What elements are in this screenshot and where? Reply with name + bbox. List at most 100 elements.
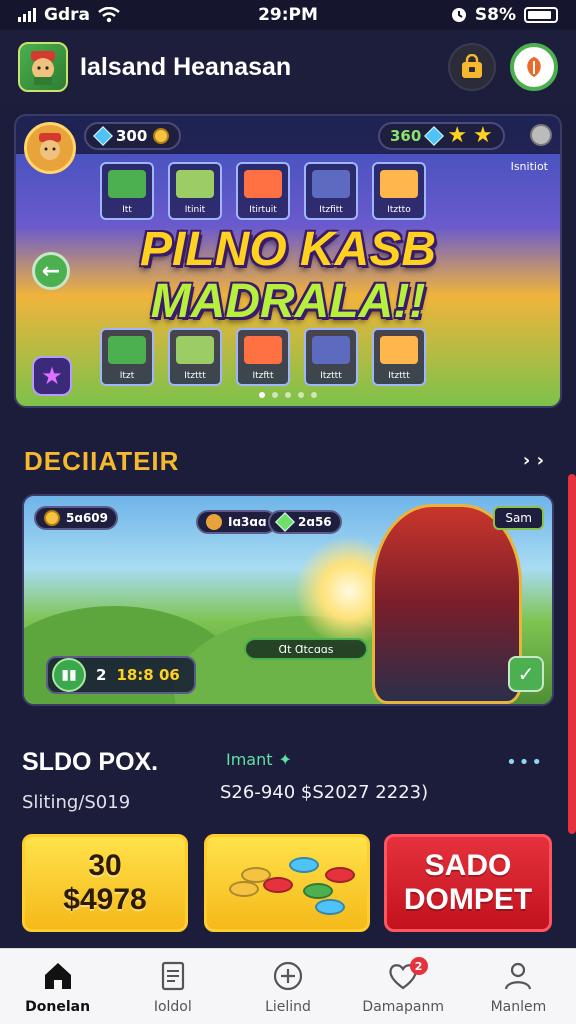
check-icon: ✓ xyxy=(517,662,535,686)
timer-number: 2 xyxy=(96,666,107,684)
points-value: 2ɑ56 xyxy=(298,515,332,529)
score-pill[interactable]: 5ɑ609 xyxy=(34,506,118,530)
card-art xyxy=(108,336,146,364)
coin-icon xyxy=(153,128,170,144)
card-label: Itztto xyxy=(387,205,411,215)
card-art xyxy=(244,336,282,364)
chip-icon xyxy=(229,881,259,897)
promo-line-2: MADRALA!! xyxy=(150,275,426,328)
warrior-hero-figure xyxy=(372,504,522,704)
hero-card[interactable]: Itztto xyxy=(372,162,426,220)
banner-prev-button[interactable]: ← xyxy=(32,252,70,290)
shop-bag-button[interactable] xyxy=(448,43,496,91)
card-label: Itirtuit xyxy=(249,205,277,215)
section-more-button[interactable]: › › xyxy=(523,450,544,471)
chip-icon xyxy=(315,899,345,915)
event-chip[interactable]: Sam xyxy=(493,506,544,530)
item-card[interactable]: Itzttt xyxy=(168,328,222,386)
points-pill[interactable]: 2ɑ56 xyxy=(268,510,342,534)
gem-amount: 360 xyxy=(390,127,422,145)
card-art xyxy=(312,336,350,364)
player-pill[interactable]: Iɑ3ɑɑ xyxy=(196,510,277,534)
item-card[interactable]: Itzt xyxy=(100,328,154,386)
alarm-icon xyxy=(451,8,466,22)
hero-card[interactable]: Itirtuit xyxy=(236,162,290,220)
tab-profile[interactable]: Manlem xyxy=(461,949,576,1024)
card-label: Itzttt xyxy=(184,371,206,381)
promo-banner[interactable]: 300 360 ★ ★ Isnitiot Itt Itinit Itirtuit It… xyxy=(14,114,562,408)
battery-icon xyxy=(524,7,558,23)
wifi-icon xyxy=(98,7,120,23)
event-timer[interactable]: ▮▮ 2 18:8 06 xyxy=(46,656,196,694)
card-label: Itzt xyxy=(119,371,135,381)
hero-card[interactable]: Itzfitt xyxy=(304,162,358,220)
tab-label: Damapanm xyxy=(362,998,444,1015)
leaf-logo-icon xyxy=(527,57,541,77)
import-label[interactable]: Imant ✦ xyxy=(226,750,292,769)
sparkle-icon: ✦ xyxy=(278,750,292,769)
card-art xyxy=(176,170,214,198)
item-card[interactable]: Itzttt xyxy=(304,328,358,386)
carousel-dots[interactable] xyxy=(16,392,560,398)
top-card-row: Itt Itinit Itirtuit Itzfitt Itztto xyxy=(100,162,540,220)
card-label: Itzttt xyxy=(388,371,410,381)
card-art xyxy=(108,170,146,198)
hero-portrait-icon[interactable] xyxy=(24,122,76,174)
carousel-dot[interactable] xyxy=(298,392,304,398)
tab-home[interactable]: Donelan xyxy=(0,949,115,1024)
chip-icon xyxy=(325,867,355,883)
bonus-tile[interactable]: 30 $4978 xyxy=(22,834,188,932)
hero-card[interactable]: Itt xyxy=(100,162,154,220)
hero-card[interactable]: Itinit xyxy=(168,162,222,220)
magic-star-button[interactable]: ★ xyxy=(32,356,72,396)
score-value: 5ɑ609 xyxy=(66,511,108,525)
card-label: Itzfitt xyxy=(319,205,343,215)
promo-line-1: PILNO KASB xyxy=(139,223,436,276)
bonus-tile-value: 30 xyxy=(88,849,122,882)
card-art xyxy=(380,336,418,364)
player-value: Iɑ3ɑɑ xyxy=(228,515,267,529)
document-icon xyxy=(161,961,184,990)
balance-more-button[interactable]: ••• xyxy=(506,752,544,773)
card-label: Itzftt xyxy=(252,371,274,381)
hero-face-icon xyxy=(31,51,55,85)
tab-document[interactable]: Ioldol xyxy=(115,949,230,1024)
tab-add[interactable]: Lielind xyxy=(230,949,345,1024)
shopping-bag-icon xyxy=(462,54,482,78)
currency-amount: 300 xyxy=(116,127,148,145)
star-icon: ★ xyxy=(447,123,468,148)
item-card[interactable]: Itzttt xyxy=(372,328,426,386)
card-art xyxy=(176,336,214,364)
red-tile-line-1: SADO xyxy=(424,849,512,882)
carrier-name: Gdra xyxy=(44,5,90,25)
bottom-card-row: Itzt Itzttt Itzftt Itzttt Itzttt xyxy=(100,328,540,386)
item-card[interactable]: Itzftt xyxy=(236,328,290,386)
balance-amounts: S26-940 $S2027 2223) xyxy=(220,782,429,803)
tab-favorites[interactable]: 2 Damapanm xyxy=(346,949,461,1024)
gem-icon xyxy=(275,512,295,532)
section-title: DECIIATEIR xyxy=(24,446,180,476)
event-check-button[interactable]: ✓ xyxy=(508,656,544,692)
chip-icon xyxy=(263,877,293,893)
red-tile-line-2: DOMPET xyxy=(403,883,533,916)
carousel-dot[interactable] xyxy=(285,392,291,398)
tab-label: Ioldol xyxy=(153,998,192,1015)
carousel-dot[interactable] xyxy=(272,392,278,398)
event-card[interactable]: 5ɑ609 Iɑ3ɑɑ 2ɑ56 Sam Ɑt Ɑtcɑɑs ▮▮ 2 18:8… xyxy=(22,494,554,706)
profile-button[interactable] xyxy=(510,43,558,91)
carousel-dot[interactable] xyxy=(259,392,265,398)
balance-subtitle: Sliting/S019 xyxy=(22,792,131,813)
notification-badge: 2 xyxy=(409,957,428,975)
event-progress-bar: Ɑt Ɑtcɑɑs xyxy=(244,638,368,660)
bottom-tab-bar: Donelan Ioldol Lielind 2 Damapanm Manlem xyxy=(0,948,576,1024)
app-title: Ialsand Heanasan xyxy=(80,52,292,81)
settings-icon[interactable] xyxy=(530,124,552,146)
coins-tile[interactable] xyxy=(204,834,370,932)
card-label: Itinit xyxy=(184,205,206,215)
carousel-dot[interactable] xyxy=(311,392,317,398)
side-accent-bar xyxy=(568,474,576,834)
currency-pill[interactable]: 300 xyxy=(84,122,182,150)
avatar[interactable] xyxy=(18,42,68,92)
gem-pill[interactable]: 360 ★ ★ xyxy=(378,122,505,150)
sado-dompet-button[interactable]: SADO DOMPET xyxy=(384,834,552,932)
